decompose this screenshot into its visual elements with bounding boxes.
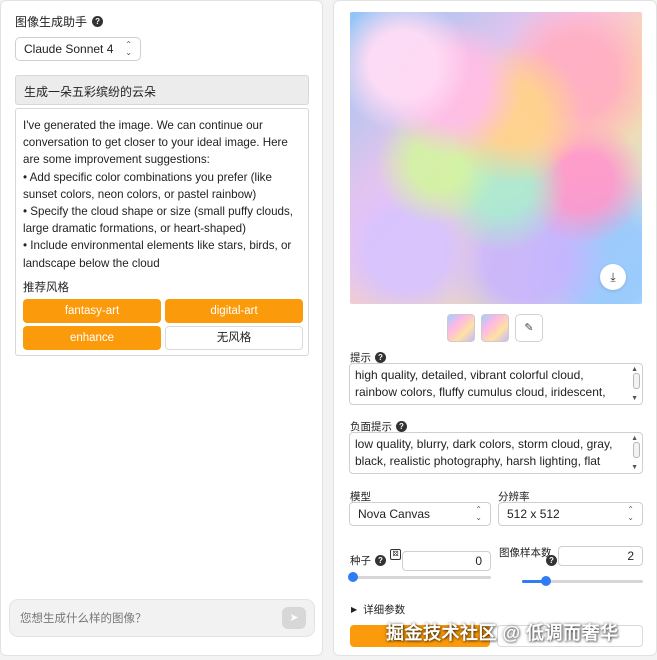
seed-slider-thumb[interactable] <box>348 572 358 582</box>
scroll-down-icon[interactable]: ▼ <box>631 395 638 402</box>
prompt-textarea[interactable]: high quality, detailed, vibrant colorful… <box>349 363 643 405</box>
negative-prompt-textarea[interactable]: low quality, blurry, dark colors, storm … <box>349 432 643 474</box>
user-message: 生成一朵五彩缤纷的云朵 <box>15 75 309 105</box>
style-button-enhance[interactable]: enhance <box>23 325 161 350</box>
samples-input[interactable]: 2 <box>558 546 643 566</box>
prompt-textarea-value: high quality, detailed, vibrant colorful… <box>355 368 606 399</box>
seed-label: 种子 ? ⚄ <box>350 549 401 568</box>
help-icon[interactable]: ? <box>546 555 557 566</box>
caret-right-icon: ▶ <box>351 605 358 614</box>
help-icon[interactable]: ? <box>396 421 407 432</box>
scrollbar[interactable] <box>633 442 640 458</box>
samples-label-text: 图像样本数 <box>499 547 552 559</box>
generated-image[interactable] <box>350 12 642 304</box>
chat-input[interactable]: 您想生成什么样的图像？ ➤ <box>9 599 315 637</box>
help-icon[interactable]: ? <box>92 16 104 27</box>
reply-line: • Specify the cloud shape or size (small… <box>23 205 293 236</box>
reply-line: • Include environmental elements like st… <box>23 239 292 270</box>
advanced-params-label: 详细参数 <box>363 604 406 616</box>
updown-chevron-icon: ⌃ ⌄ <box>475 505 482 522</box>
send-arrow-icon: ➤ <box>289 612 299 624</box>
style-button-digital-art[interactable]: digital-art <box>165 298 303 323</box>
scrollbar[interactable] <box>633 373 640 389</box>
assistant-reply-text: I've generated the image. We can continu… <box>23 117 301 272</box>
assistant-panel: 图像生成助手 ? Claude Sonnet 4 ⌃ ⌄ 生成一朵五彩缤纷的云朵 … <box>0 0 323 656</box>
help-icon[interactable]: ? <box>375 352 386 363</box>
seed-slider[interactable] <box>348 572 491 582</box>
scroll-down-icon[interactable]: ▼ <box>631 464 638 471</box>
samples-slider[interactable] <box>522 576 643 586</box>
send-button[interactable]: ➤ <box>282 607 306 629</box>
chat-input-placeholder: 您想生成什么样的图像？ <box>20 613 147 625</box>
reply-line: I've generated the image. We can continu… <box>23 119 288 167</box>
thumbnail-2[interactable] <box>481 314 509 342</box>
watermark: 掘金技术社区 @ 低调而奢华 <box>386 623 619 643</box>
thumbnail-1[interactable] <box>447 314 475 342</box>
model-dropdown[interactable]: Claude Sonnet 4 ⌃ ⌄ <box>15 37 141 61</box>
edit-icon: ✎ <box>524 322 534 334</box>
style-button-fantasy-art[interactable]: fantasy-art <box>23 298 161 323</box>
style-button-none[interactable]: 无风格 <box>165 325 303 350</box>
edit-button[interactable]: ✎ <box>515 314 543 342</box>
seed-label-text: 种子 <box>350 555 371 567</box>
advanced-params-toggle[interactable]: ▶ 详细参数 <box>351 602 405 617</box>
image-model-dropdown[interactable]: Nova Canvas ⌃ ⌄ <box>349 502 491 526</box>
generator-panel: ⤓ ✎ 提示 ? high quality, detailed, vibrant… <box>333 0 657 656</box>
model-dropdown-value: Claude Sonnet 4 <box>24 42 114 56</box>
resolution-value: 512 x 512 <box>507 507 560 521</box>
resolution-dropdown[interactable]: 512 x 512 ⌃ ⌄ <box>498 502 643 526</box>
style-options: fantasy-art digital-art enhance 无风格 <box>23 298 303 350</box>
negative-prompt-textarea-value: low quality, blurry, dark colors, storm … <box>355 437 613 468</box>
assistant-title-text: 图像生成助手 <box>15 15 88 29</box>
assistant-title: 图像生成助手 ? <box>15 13 104 30</box>
image-model-value: Nova Canvas <box>358 507 431 521</box>
updown-chevron-icon: ⌃ ⌄ <box>125 40 132 57</box>
dice-icon[interactable]: ⚄ <box>390 549 401 560</box>
styles-title: 推荐风格 <box>23 281 69 294</box>
reply-line: • Add specific color combinations you pr… <box>23 170 272 201</box>
help-icon[interactable]: ? <box>375 555 386 566</box>
download-button[interactable]: ⤓ <box>600 264 626 290</box>
download-icon: ⤓ <box>610 270 616 284</box>
assistant-message: I've generated the image. We can continu… <box>15 108 309 356</box>
scroll-up-icon[interactable]: ▲ <box>631 366 638 373</box>
updown-chevron-icon: ⌃ ⌄ <box>627 505 634 522</box>
samples-slider-thumb[interactable] <box>541 576 552 586</box>
seed-input[interactable]: 0 <box>402 551 491 571</box>
scroll-up-icon[interactable]: ▲ <box>631 435 638 442</box>
